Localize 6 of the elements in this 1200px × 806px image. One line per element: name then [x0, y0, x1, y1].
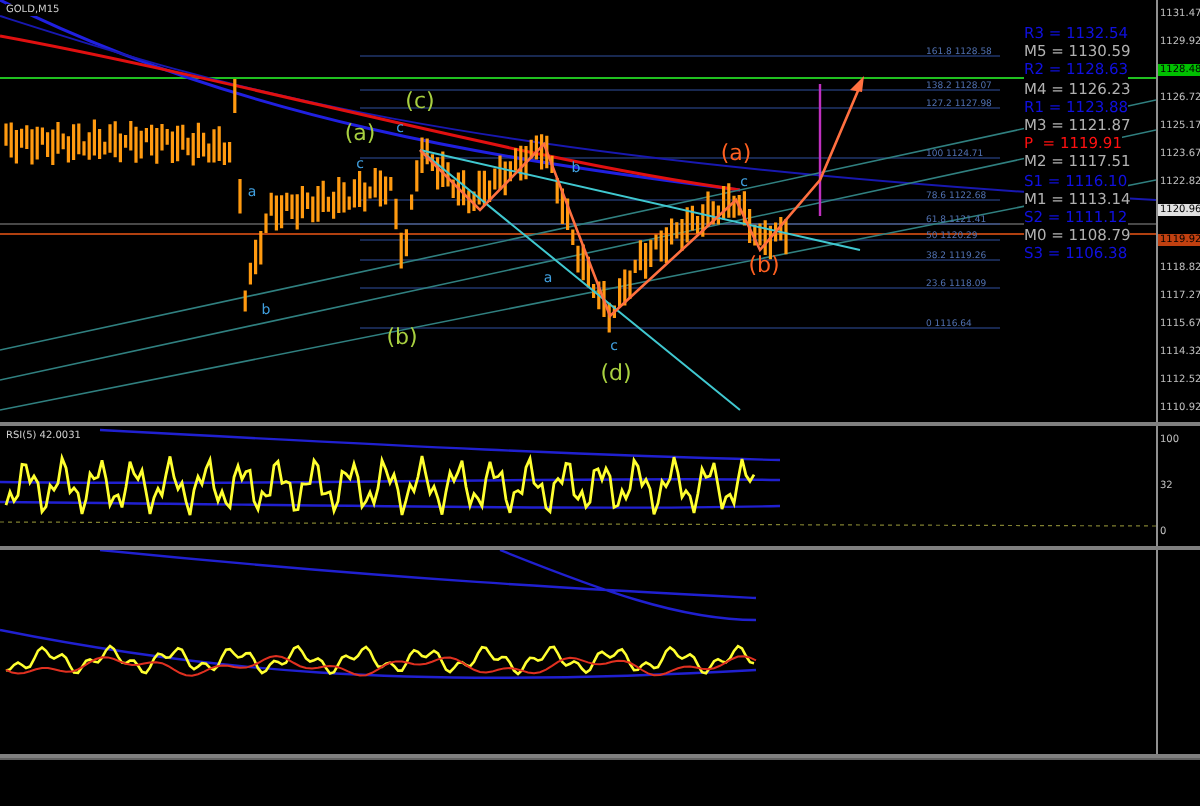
wave-label: (b)	[748, 252, 780, 278]
wave-label: (b)	[386, 324, 418, 350]
wave-label: (c)	[405, 88, 435, 114]
wave-label: (a)	[344, 120, 376, 146]
wave-label: (a)	[720, 140, 752, 166]
wave-label: (d)	[600, 360, 632, 386]
